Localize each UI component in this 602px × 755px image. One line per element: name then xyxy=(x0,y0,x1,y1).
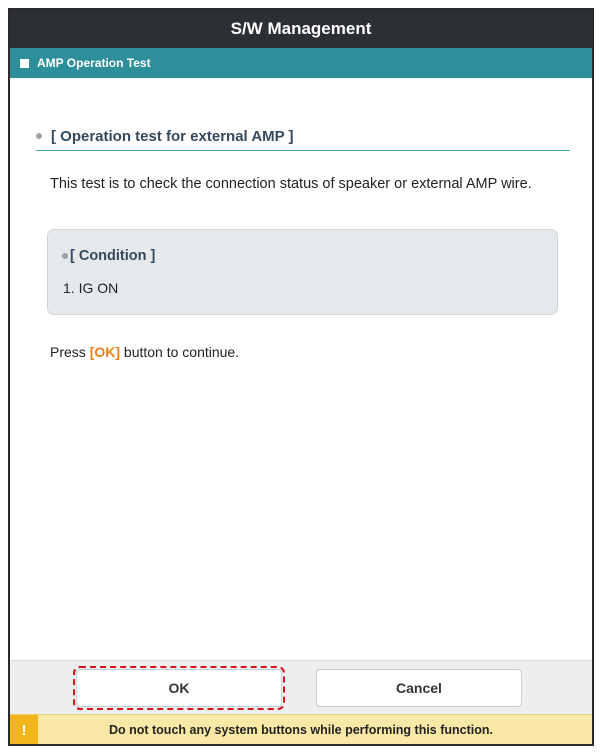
button-bar: OK Cancel xyxy=(10,660,592,714)
condition-box: [ Condition ] 1. IG ON xyxy=(47,229,558,315)
instruction-suffix: button to continue. xyxy=(120,344,240,360)
test-title-text: [ Operation test for external AMP ] xyxy=(51,127,294,145)
ok-button[interactable]: OK xyxy=(73,666,285,710)
square-bullet-icon xyxy=(20,58,29,68)
instruction-highlight: [OK] xyxy=(89,344,121,360)
warning-banner: ! Do not touch any system buttons while … xyxy=(10,714,592,744)
condition-item: 1. IG ON xyxy=(63,280,119,296)
dialog-window: S/W Management AMP Operation Test [ Oper… xyxy=(8,8,594,746)
window-title: S/W Management xyxy=(10,10,592,48)
warning-text: Do not touch any system buttons while pe… xyxy=(108,722,494,737)
condition-title: [ Condition ] xyxy=(62,248,155,264)
cancel-button[interactable]: Cancel xyxy=(316,669,522,707)
instruction-prefix: Press xyxy=(50,344,90,360)
condition-title-text: [ Condition ] xyxy=(70,248,156,264)
title-divider xyxy=(36,150,570,151)
exclamation-icon: ! xyxy=(10,715,38,744)
bullet-dot-icon xyxy=(36,133,42,139)
section-header-bar: AMP Operation Test xyxy=(10,48,592,78)
bullet-dot-icon xyxy=(62,253,68,259)
test-title: [ Operation test for external AMP ] xyxy=(36,122,570,150)
instruction-text: Press [OK] button to continue. xyxy=(50,344,239,360)
test-description: This test is to check the connection sta… xyxy=(50,176,532,192)
section-header-label: AMP Operation Test xyxy=(37,56,151,70)
